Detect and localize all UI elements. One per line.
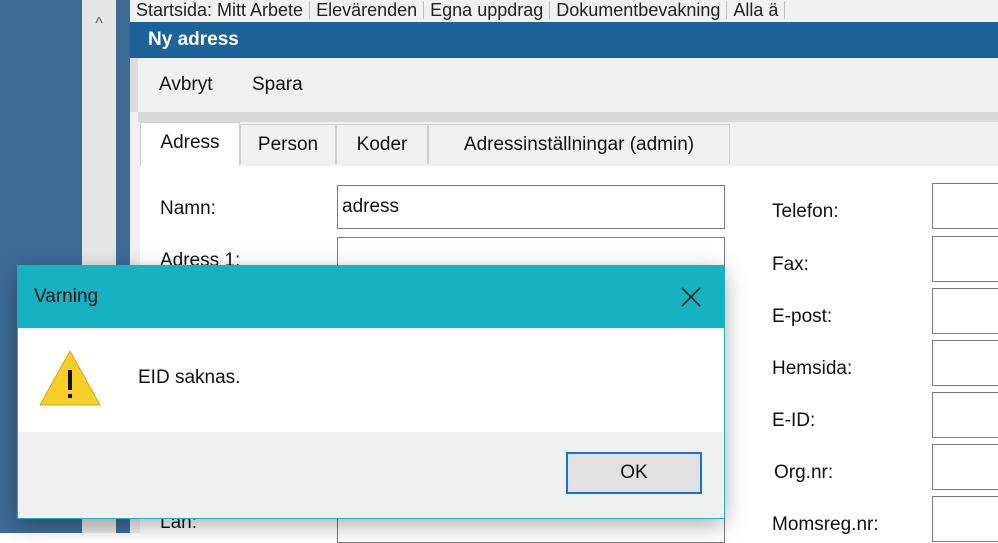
background-tab[interactable]: Dokumentbevakning <box>550 1 728 19</box>
dialog-title: Varning <box>34 286 99 307</box>
window-title: Ny adress <box>130 22 998 58</box>
background-tab-bar: Startsida: Mitt Arbete Elevärenden Egna up… <box>130 0 998 22</box>
warning-dialog: Varning EID saknas. OK <box>18 266 724 518</box>
tab-person[interactable]: Person <box>240 124 336 164</box>
tab-adress[interactable]: Adress <box>140 122 240 167</box>
dialog-body: EID saknas. <box>18 328 724 432</box>
name-field[interactable]: adress <box>337 185 725 229</box>
tab-koder[interactable]: Koder <box>336 124 428 164</box>
tab-strip: Adress Person Koder Adressinställningar … <box>140 122 998 167</box>
background-tab[interactable]: Egna uppdrag <box>424 1 551 19</box>
background-tab[interactable]: Alla ä <box>727 1 786 19</box>
epost-field[interactable] <box>932 288 998 334</box>
cancel-button[interactable]: Avbryt <box>159 58 213 112</box>
toolbar: Avbryt Spara <box>130 58 998 112</box>
eid-field[interactable] <box>932 392 998 438</box>
warning-icon <box>38 348 102 408</box>
ok-button[interactable]: OK <box>566 452 702 494</box>
eid-label: E-ID: <box>772 410 816 431</box>
telefon-field[interactable] <box>932 183 998 229</box>
close-icon-glyph <box>681 287 701 307</box>
telefon-label: Telefon: <box>772 201 839 222</box>
name-label-text: Namn: <box>160 198 216 219</box>
name-label: Namn: <box>160 198 216 220</box>
hemsida-field[interactable] <box>932 340 998 386</box>
tab-adressinstallningar[interactable]: Adressinställningar (admin) <box>428 124 730 164</box>
orgnr-label: Org.nr: <box>774 462 834 483</box>
hemsida-label: Hemsida: <box>772 358 853 379</box>
dialog-footer: OK <box>18 432 724 518</box>
epost-label: E-post: <box>772 306 833 327</box>
momsregnr-field[interactable] <box>932 496 998 542</box>
background-tab[interactable]: Elevärenden <box>310 1 425 19</box>
background-tab[interactable]: Startsida: Mitt Arbete <box>130 1 311 19</box>
fax-field[interactable] <box>932 236 998 282</box>
warning-triangle <box>39 349 101 406</box>
scroll-up-icon[interactable]: ^ <box>82 12 116 36</box>
dialog-message: EID saknas. <box>138 367 241 388</box>
orgnr-field[interactable] <box>932 444 998 490</box>
toolbar-separator <box>138 112 998 122</box>
dialog-titlebar[interactable] <box>18 266 724 328</box>
close-icon[interactable] <box>670 276 712 318</box>
save-button[interactable]: Spara <box>252 58 303 112</box>
fax-label: Fax: <box>772 254 809 275</box>
